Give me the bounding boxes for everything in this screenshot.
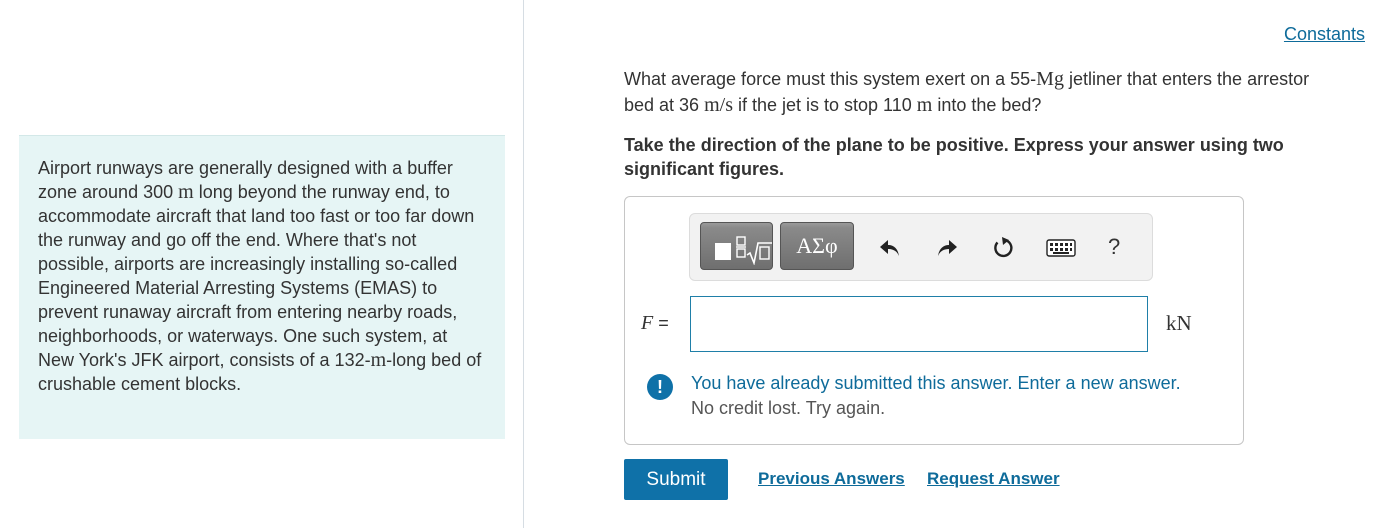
answer-variable-label: F = xyxy=(641,312,669,335)
intro-text-2: long beyond the runway end, to accommoda… xyxy=(38,182,475,370)
equals-sign: = xyxy=(653,313,669,333)
submit-button[interactable]: Submit xyxy=(624,459,728,500)
help-button[interactable]: ? xyxy=(1108,234,1120,260)
question-text-4: into the bed? xyxy=(932,95,1042,115)
intro-unit-m-2: m xyxy=(370,349,387,371)
request-answer-link[interactable]: Request Answer xyxy=(927,469,1060,489)
undo-icon[interactable] xyxy=(877,235,903,261)
answer-instructions: Take the direction of the plane to be po… xyxy=(624,135,1284,179)
radical-icon xyxy=(736,236,772,265)
alert-submessage: No credit lost. Try again. xyxy=(691,398,886,418)
question-text: What average force must this system exer… xyxy=(624,66,1344,118)
column-divider xyxy=(523,0,524,528)
previous-answers-link[interactable]: Previous Answers xyxy=(758,469,905,489)
question-unit-mg: Mg xyxy=(1036,68,1064,90)
alert-message: You have already submitted this answer. … xyxy=(691,373,1181,393)
template-block-icon xyxy=(715,243,731,260)
constants-link[interactable]: Constants xyxy=(1284,24,1365,45)
question-text-1: What average force must this system exer… xyxy=(624,69,1037,89)
math-toolbar: ΑΣφ ? xyxy=(689,213,1153,281)
question-unit-m: m xyxy=(916,94,933,116)
redo-icon[interactable] xyxy=(934,235,960,261)
problem-intro-panel: Airport runways are generally designed w… xyxy=(19,135,505,439)
question-unit-ms: m/s xyxy=(704,94,733,116)
templates-button[interactable] xyxy=(700,222,773,270)
keyboard-icon[interactable] xyxy=(1046,235,1076,261)
question-text-3: if the jet is to stop 110 xyxy=(732,95,917,115)
answer-input[interactable] xyxy=(690,296,1148,352)
intro-unit-m: m xyxy=(178,181,194,203)
greek-symbols-button[interactable]: ΑΣφ xyxy=(780,222,854,270)
answer-unit: kN xyxy=(1166,311,1192,335)
reset-icon[interactable] xyxy=(990,235,1016,261)
alert-icon: ! xyxy=(647,374,673,400)
variable-f: F xyxy=(641,312,654,334)
